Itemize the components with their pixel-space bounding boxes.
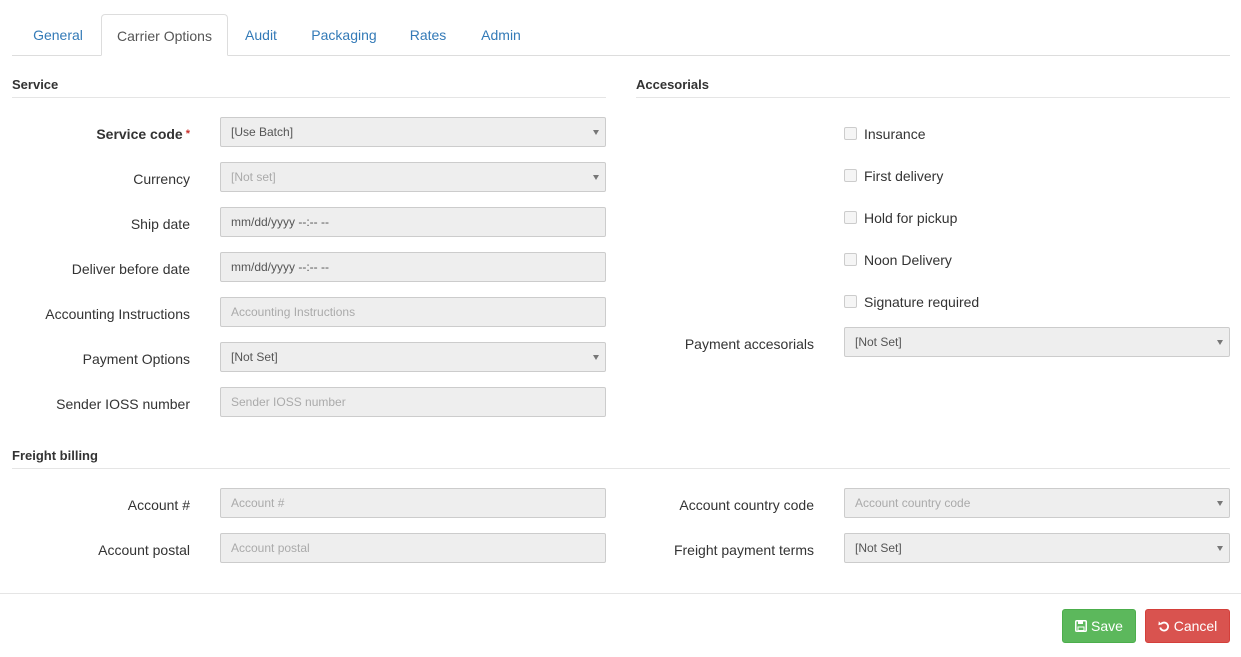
undo-icon <box>1158 621 1169 632</box>
footer-divider <box>0 593 1241 594</box>
tab-packaging[interactable]: Packaging <box>307 14 381 56</box>
payment-accessorials-label: Payment accesorials <box>684 336 814 352</box>
tab-general[interactable]: General <box>24 14 92 56</box>
service-section-title: Service <box>12 74 606 98</box>
tab-bar: General Carrier Options Audit Packaging … <box>12 14 1230 56</box>
account-number-label: Account # <box>127 497 190 513</box>
hold-for-pickup-checkbox-row[interactable]: Hold for pickup <box>844 206 957 230</box>
currency-select[interactable]: [Not set] <box>220 162 606 192</box>
tab-admin[interactable]: Admin <box>476 14 526 56</box>
cancel-button[interactable]: Cancel <box>1145 609 1230 643</box>
cancel-label: Cancel <box>1173 618 1218 634</box>
hold-for-pickup-checkbox[interactable] <box>844 210 857 224</box>
account-postal-label: Account postal <box>98 542 190 558</box>
hold-for-pickup-label: Hold for pickup <box>864 210 958 226</box>
deliver-before-date-input[interactable]: mm/dd/yyyy --:-- -- <box>220 252 606 282</box>
ship-date-label: Ship date <box>130 216 190 232</box>
caret-down-icon <box>1217 546 1223 551</box>
ship-date-input[interactable]: mm/dd/yyyy --:-- -- <box>220 207 606 237</box>
freight-billing-section-title: Freight billing <box>12 445 1230 469</box>
caret-down-icon <box>593 175 599 180</box>
floppy-disk-icon <box>1075 620 1088 633</box>
service-code-select[interactable]: [Use Batch] <box>220 117 606 147</box>
account-country-code-label: Account country code <box>679 497 814 513</box>
first-delivery-checkbox[interactable] <box>844 168 857 182</box>
caret-down-icon <box>1217 501 1223 506</box>
required-marker: * <box>185 128 190 140</box>
tab-audit[interactable]: Audit <box>240 14 282 56</box>
first-delivery-checkbox-row[interactable]: First delivery <box>844 164 943 188</box>
insurance-checkbox-row[interactable]: Insurance <box>844 122 925 146</box>
account-postal-input[interactable]: Account postal <box>220 533 606 563</box>
account-number-input[interactable]: Account # <box>220 488 606 518</box>
signature-required-label: Signature required <box>864 294 980 310</box>
tab-carrier-options[interactable]: Carrier Options <box>101 14 228 56</box>
signature-required-checkbox[interactable] <box>844 294 857 308</box>
sender-ioss-label: Sender IOSS number <box>56 396 190 412</box>
caret-down-icon <box>593 130 599 135</box>
save-label: Save <box>1091 618 1123 634</box>
freight-payment-terms-label: Freight payment terms <box>673 542 814 558</box>
insurance-checkbox[interactable] <box>844 126 857 140</box>
accessorials-section-title: Accesorials <box>636 74 1230 98</box>
accounting-instructions-input[interactable]: Accounting Instructions <box>220 297 606 327</box>
freight-payment-terms-select[interactable]: [Not Set] <box>844 533 1230 563</box>
sender-ioss-input[interactable]: Sender IOSS number <box>220 387 606 417</box>
caret-down-icon <box>1217 340 1223 345</box>
first-delivery-label: First delivery <box>864 168 944 184</box>
insurance-label: Insurance <box>864 126 926 142</box>
accounting-instructions-label: Accounting Instructions <box>45 306 190 322</box>
payment-options-select[interactable]: [Not Set] <box>220 342 606 372</box>
currency-label: Currency <box>133 171 190 187</box>
service-code-label: Service code * <box>96 126 190 142</box>
noon-delivery-checkbox[interactable] <box>844 252 857 266</box>
deliver-before-date-label: Deliver before date <box>71 261 190 277</box>
tab-rates[interactable]: Rates <box>406 14 450 56</box>
payment-options-label: Payment Options <box>82 351 190 367</box>
signature-required-checkbox-row[interactable]: Signature required <box>844 290 979 314</box>
payment-accessorials-select[interactable]: [Not Set] <box>844 327 1230 357</box>
account-country-code-select[interactable]: Account country code <box>844 488 1230 518</box>
save-button[interactable]: Save <box>1062 609 1136 643</box>
caret-down-icon <box>593 355 599 360</box>
noon-delivery-checkbox-row[interactable]: Noon Delivery <box>844 248 952 272</box>
noon-delivery-label: Noon Delivery <box>864 252 952 268</box>
